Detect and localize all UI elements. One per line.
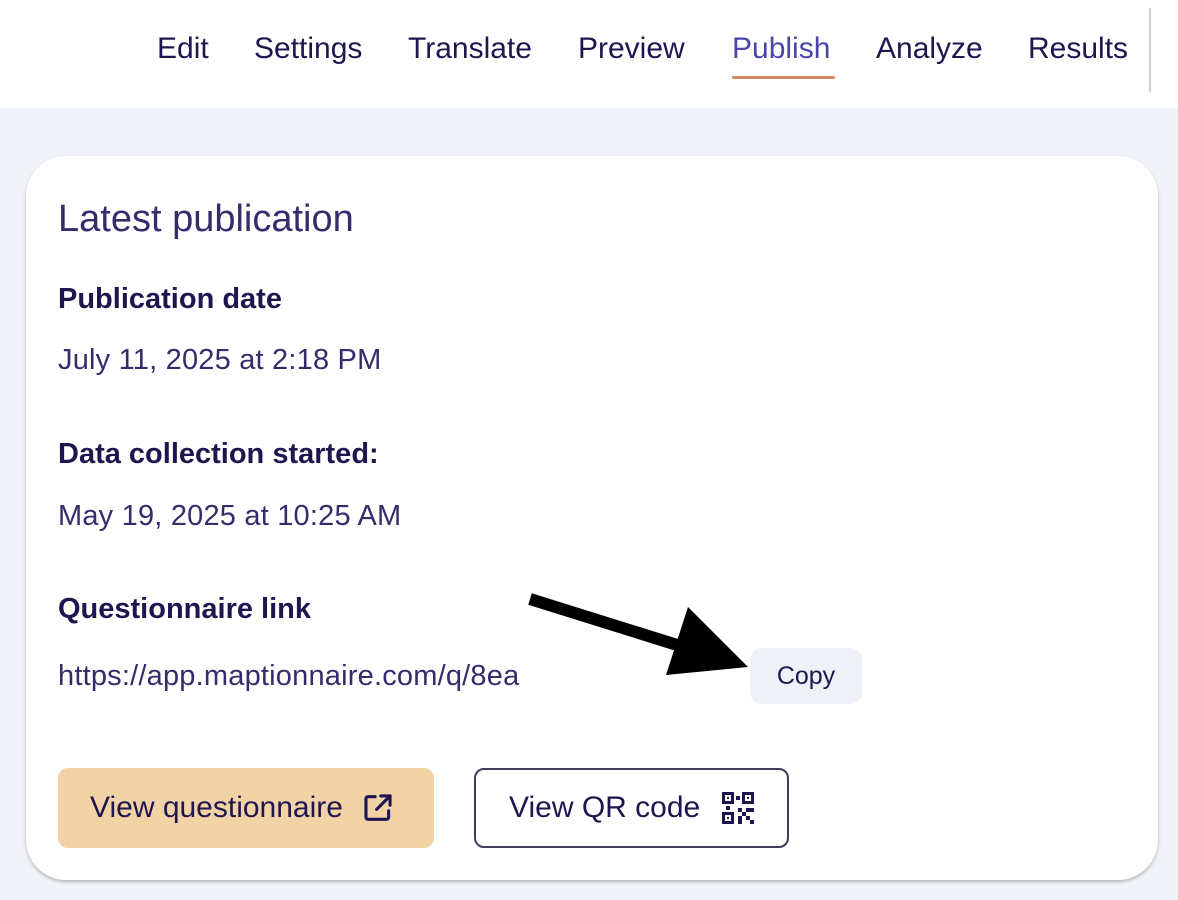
tab-translate[interactable]: Translate <box>408 26 532 72</box>
nav-divider <box>1149 8 1151 92</box>
arrow-icon <box>528 593 748 675</box>
view-qr-code-label: View QR code <box>509 791 701 824</box>
publication-date-label: Publication date <box>58 283 282 315</box>
tab-preview[interactable]: Preview <box>578 26 685 72</box>
tab-publish[interactable]: Publish <box>732 26 830 72</box>
questionnaire-link-label: Questionnaire link <box>58 593 311 625</box>
tab-settings[interactable]: Settings <box>254 26 362 72</box>
tab-analyze[interactable]: Analyze <box>876 26 983 72</box>
questionnaire-link-value: https://app.maptionnaire.com/q/8ea <box>58 660 520 692</box>
data-collection-value: May 19, 2025 at 10:25 AM <box>58 500 402 532</box>
copy-link-button[interactable]: Copy <box>750 648 862 704</box>
publication-date-value: July 11, 2025 at 2:18 PM <box>58 344 382 376</box>
qr-code-icon <box>722 792 755 824</box>
top-navigation-bar: Edit Settings Translate Preview Publish … <box>0 0 1178 108</box>
view-questionnaire-button[interactable]: View questionnaire <box>58 768 434 848</box>
active-tab-indicator <box>732 76 835 79</box>
view-qr-code-button[interactable]: View QR code <box>474 768 789 848</box>
view-questionnaire-label: View questionnaire <box>90 791 343 824</box>
card-title: Latest publication <box>58 198 354 240</box>
tab-results[interactable]: Results <box>1028 26 1128 72</box>
data-collection-label: Data collection started: <box>58 438 379 470</box>
tab-edit[interactable]: Edit <box>157 26 209 72</box>
external-link-icon <box>364 794 392 821</box>
